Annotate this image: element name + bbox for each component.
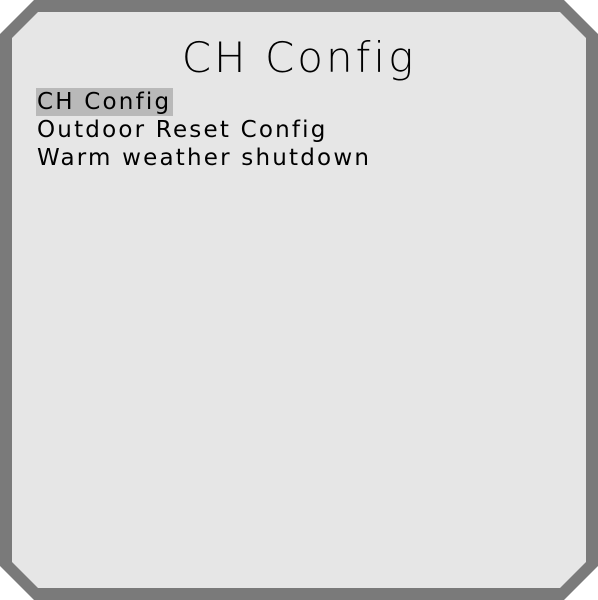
menu-item-ch-config[interactable]: CH Config: [36, 88, 174, 116]
menu-item-warm-weather-shutdown[interactable]: Warm weather shutdown: [36, 144, 373, 172]
screen-title: CH Config: [181, 33, 417, 82]
device-display: CH Config CH Config Outdoor Reset Config…: [0, 0, 598, 600]
menu-list: CH Config Outdoor Reset Config Warm weat…: [36, 88, 373, 172]
menu-item-label: Warm weather shutdown: [37, 145, 372, 171]
menu-item-outdoor-reset-config[interactable]: Outdoor Reset Config: [36, 116, 330, 144]
menu-item-label: CH Config: [37, 89, 172, 115]
menu-item-label: Outdoor Reset Config: [37, 117, 328, 143]
